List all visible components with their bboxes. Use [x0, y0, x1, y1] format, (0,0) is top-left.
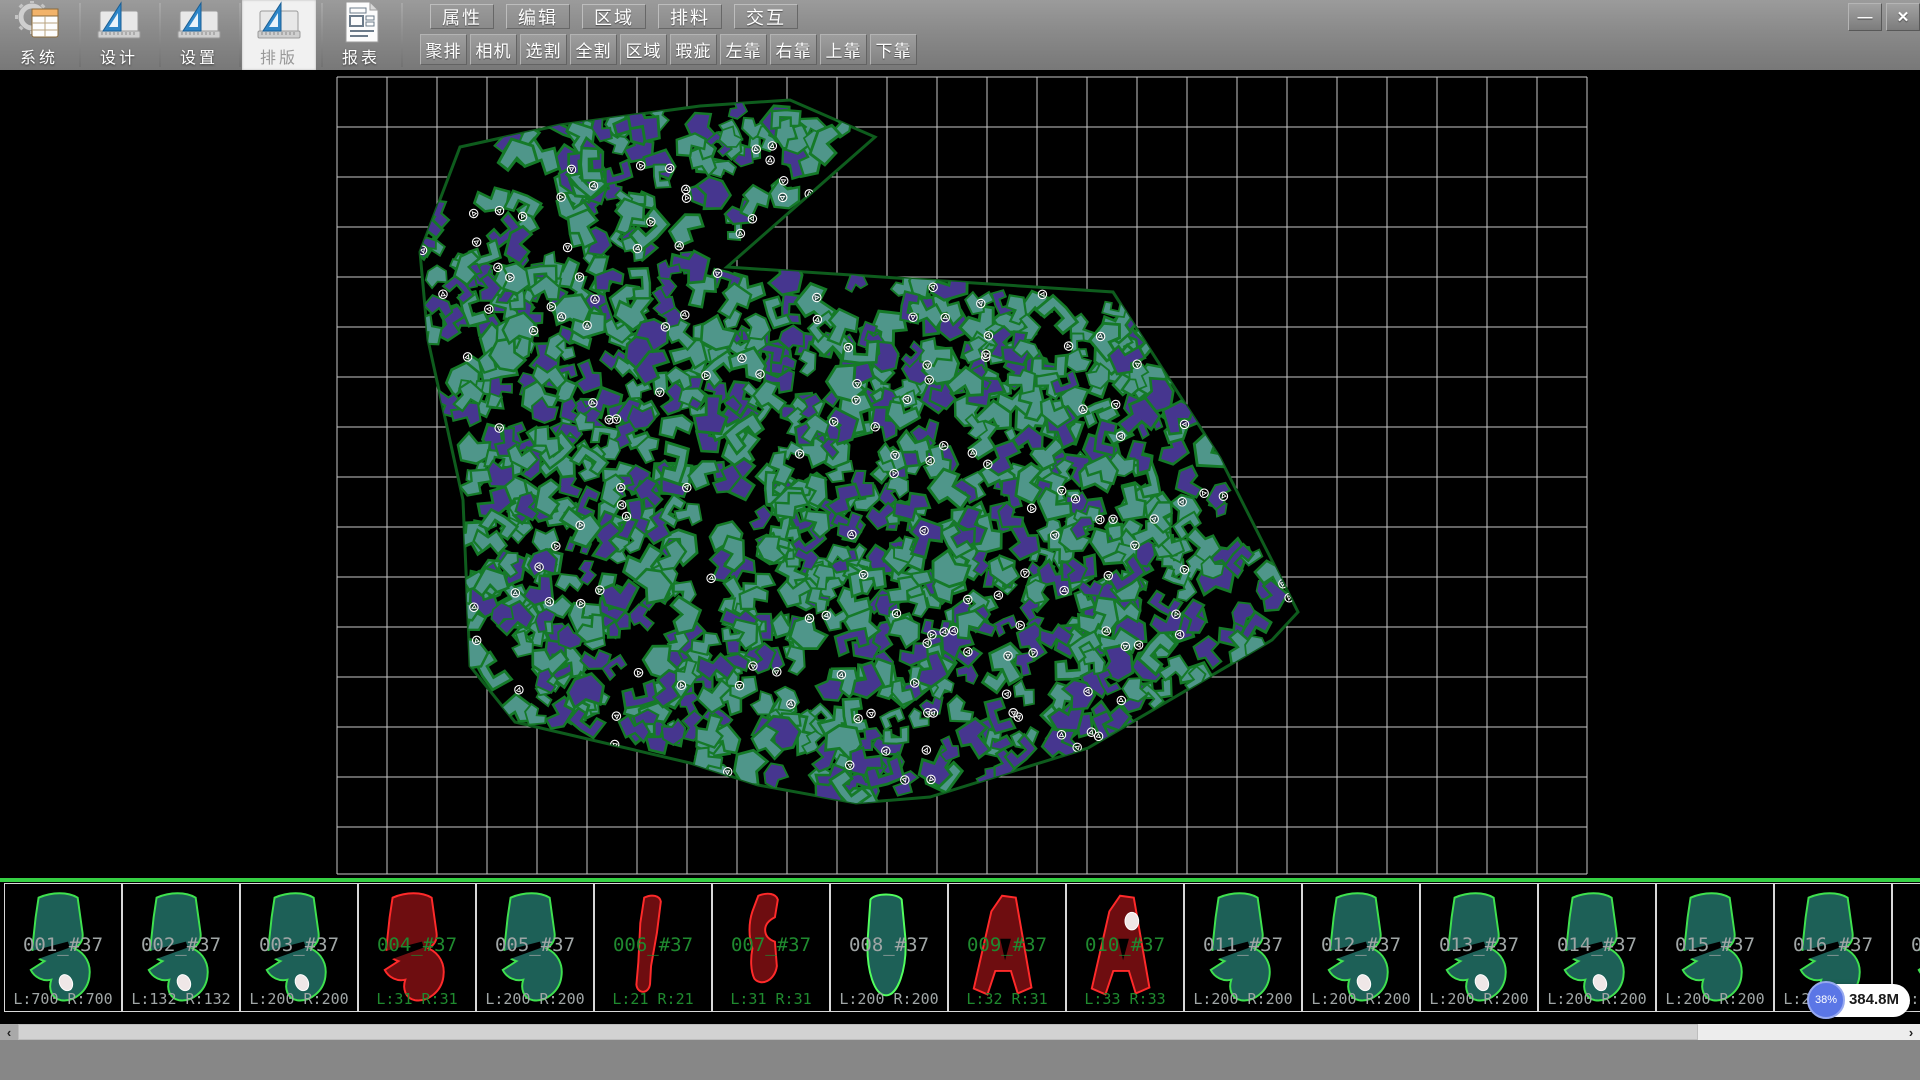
tool-button-3[interactable]: 选割	[520, 34, 567, 65]
part-shape-icon	[1657, 884, 1773, 1011]
tool-button-10[interactable]: 下靠	[870, 34, 917, 65]
progress-percent-badge: 38%	[1807, 981, 1845, 1019]
menu-tab-2[interactable]: 编辑	[506, 4, 570, 29]
part-thumbnail-003_#37[interactable]: 003_#37L:200 R:200	[240, 883, 358, 1012]
part-thumbnail-001_#37[interactable]: 001_#37L:700 R:700	[4, 883, 122, 1012]
parts-thumbnail-strip: 001_#37L:700 R:700002_#37L:132 R:132003_…	[0, 878, 1920, 1014]
part-thumbnail-008_#37[interactable]: 008_#37L:200 R:200	[830, 883, 948, 1012]
nested-pieces	[403, 97, 1293, 822]
part-thumbnail-011_#37[interactable]: 011_#37L:200 R:200	[1184, 883, 1302, 1012]
toolbar-separator	[159, 3, 161, 67]
memory-usage-label: 384.8M	[1849, 991, 1899, 1008]
tool-button-9[interactable]: 上靠	[820, 34, 867, 65]
scroll-left-arrow-icon[interactable]: ‹	[0, 1024, 18, 1040]
part-shape-icon	[713, 884, 829, 1011]
toolbar-separator	[239, 3, 241, 67]
part-shape-icon	[123, 884, 239, 1011]
tool-button-7[interactable]: 左靠	[720, 34, 767, 65]
part-shape-icon	[831, 884, 947, 1011]
part-shape-icon	[241, 884, 357, 1011]
nav-button-2[interactable]: 设计	[82, 0, 156, 70]
tool-button-8[interactable]: 右靠	[770, 34, 817, 65]
part-thumbnail-014_#37[interactable]: 014_#37L:200 R:200	[1538, 883, 1656, 1012]
nav-button-label: 系统	[20, 44, 58, 68]
part-shape-icon	[5, 884, 121, 1011]
tool-button-4[interactable]: 全割	[570, 34, 617, 65]
tool-button-2[interactable]: 相机	[470, 34, 517, 65]
menu-tab-4[interactable]: 排料	[658, 4, 722, 29]
nav-button-label: 设计	[100, 44, 138, 68]
settings-ruler-icon	[173, 0, 225, 44]
tool-button-1[interactable]: 聚排	[420, 34, 467, 65]
part-thumbnail-006_#37[interactable]: 006_#37L:21 R:21	[594, 883, 712, 1012]
nav-button-5[interactable]: 报表	[324, 0, 398, 70]
part-thumbnail-005_#37[interactable]: 005_#37L:200 R:200	[476, 883, 594, 1012]
part-thumbnail-010_#37[interactable]: 010_#37L:33 R:33	[1066, 883, 1184, 1012]
horizontal-scrollbar[interactable]: ‹ ›	[0, 1024, 1920, 1040]
part-shape-icon	[595, 884, 711, 1011]
scroll-right-arrow-icon[interactable]: ›	[1902, 1024, 1920, 1040]
nesting-canvas[interactable]	[0, 70, 1920, 878]
main-toolbar: 系统 设计 设置 排版 报表 属性编辑区域排料交互 聚排相机选割全割区域瑕疵左靠…	[0, 0, 1920, 70]
spreadsheet-icon	[32, 9, 58, 37]
part-thumbnail-013_#37[interactable]: 013_#37L:200 R:200	[1420, 883, 1538, 1012]
part-thumbnail-012_#37[interactable]: 012_#37L:200 R:200	[1302, 883, 1420, 1012]
nav-button-label: 设置	[180, 44, 218, 68]
part-shape-icon	[949, 884, 1065, 1011]
toolbar-separator	[401, 3, 403, 67]
design-ruler-icon	[93, 0, 145, 44]
system-gear-icon	[13, 0, 65, 44]
menu-tab-3[interactable]: 区域	[582, 4, 646, 29]
report-doc-icon	[335, 0, 387, 44]
minimize-button[interactable]: —	[1848, 3, 1882, 31]
part-thumbnail-015_#37[interactable]: 015_#37L:200 R:200	[1656, 883, 1774, 1012]
part-shape-icon	[1539, 884, 1655, 1011]
part-shape-icon	[1067, 884, 1183, 1011]
nav-button-1[interactable]: 系统	[2, 0, 76, 70]
nesting-ruler-icon	[253, 0, 305, 44]
close-button[interactable]: ✕	[1886, 3, 1920, 31]
nesting-app-window: { "window": {"minimize_glyph": "—", "clo…	[0, 0, 1920, 1080]
tool-button-5[interactable]: 区域	[620, 34, 667, 65]
menu-tab-1[interactable]: 属性	[430, 4, 494, 29]
toolbar-separator	[79, 3, 81, 67]
scrollbar-thumb[interactable]	[18, 1024, 1698, 1040]
part-thumbnail-004_#37[interactable]: 004_#37L:31 R:31	[358, 883, 476, 1012]
bottom-status-strip	[0, 1040, 1920, 1080]
nav-button-4[interactable]: 排版	[242, 0, 316, 70]
menu-tab-5[interactable]: 交互	[734, 4, 798, 29]
nav-button-label: 报表	[342, 44, 380, 68]
part-shape-icon	[1185, 884, 1301, 1011]
part-thumbnail-002_#37[interactable]: 002_#37L:132 R:132	[122, 883, 240, 1012]
status-badge: 38% 384.8M	[1810, 984, 1910, 1017]
part-shape-icon	[1421, 884, 1537, 1011]
nav-button-3[interactable]: 设置	[162, 0, 236, 70]
nav-button-label: 排版	[260, 44, 298, 68]
part-shape-icon	[1303, 884, 1419, 1011]
part-thumbnail-007_#37[interactable]: 007_#37L:31 R:31	[712, 883, 830, 1012]
part-thumbnail-009_#37[interactable]: 009_#37L:32 R:31	[948, 883, 1066, 1012]
part-shape-icon	[359, 884, 475, 1011]
toolbar-separator	[321, 3, 323, 67]
tool-button-6[interactable]: 瑕疵	[670, 34, 717, 65]
part-shape-icon	[477, 884, 593, 1011]
